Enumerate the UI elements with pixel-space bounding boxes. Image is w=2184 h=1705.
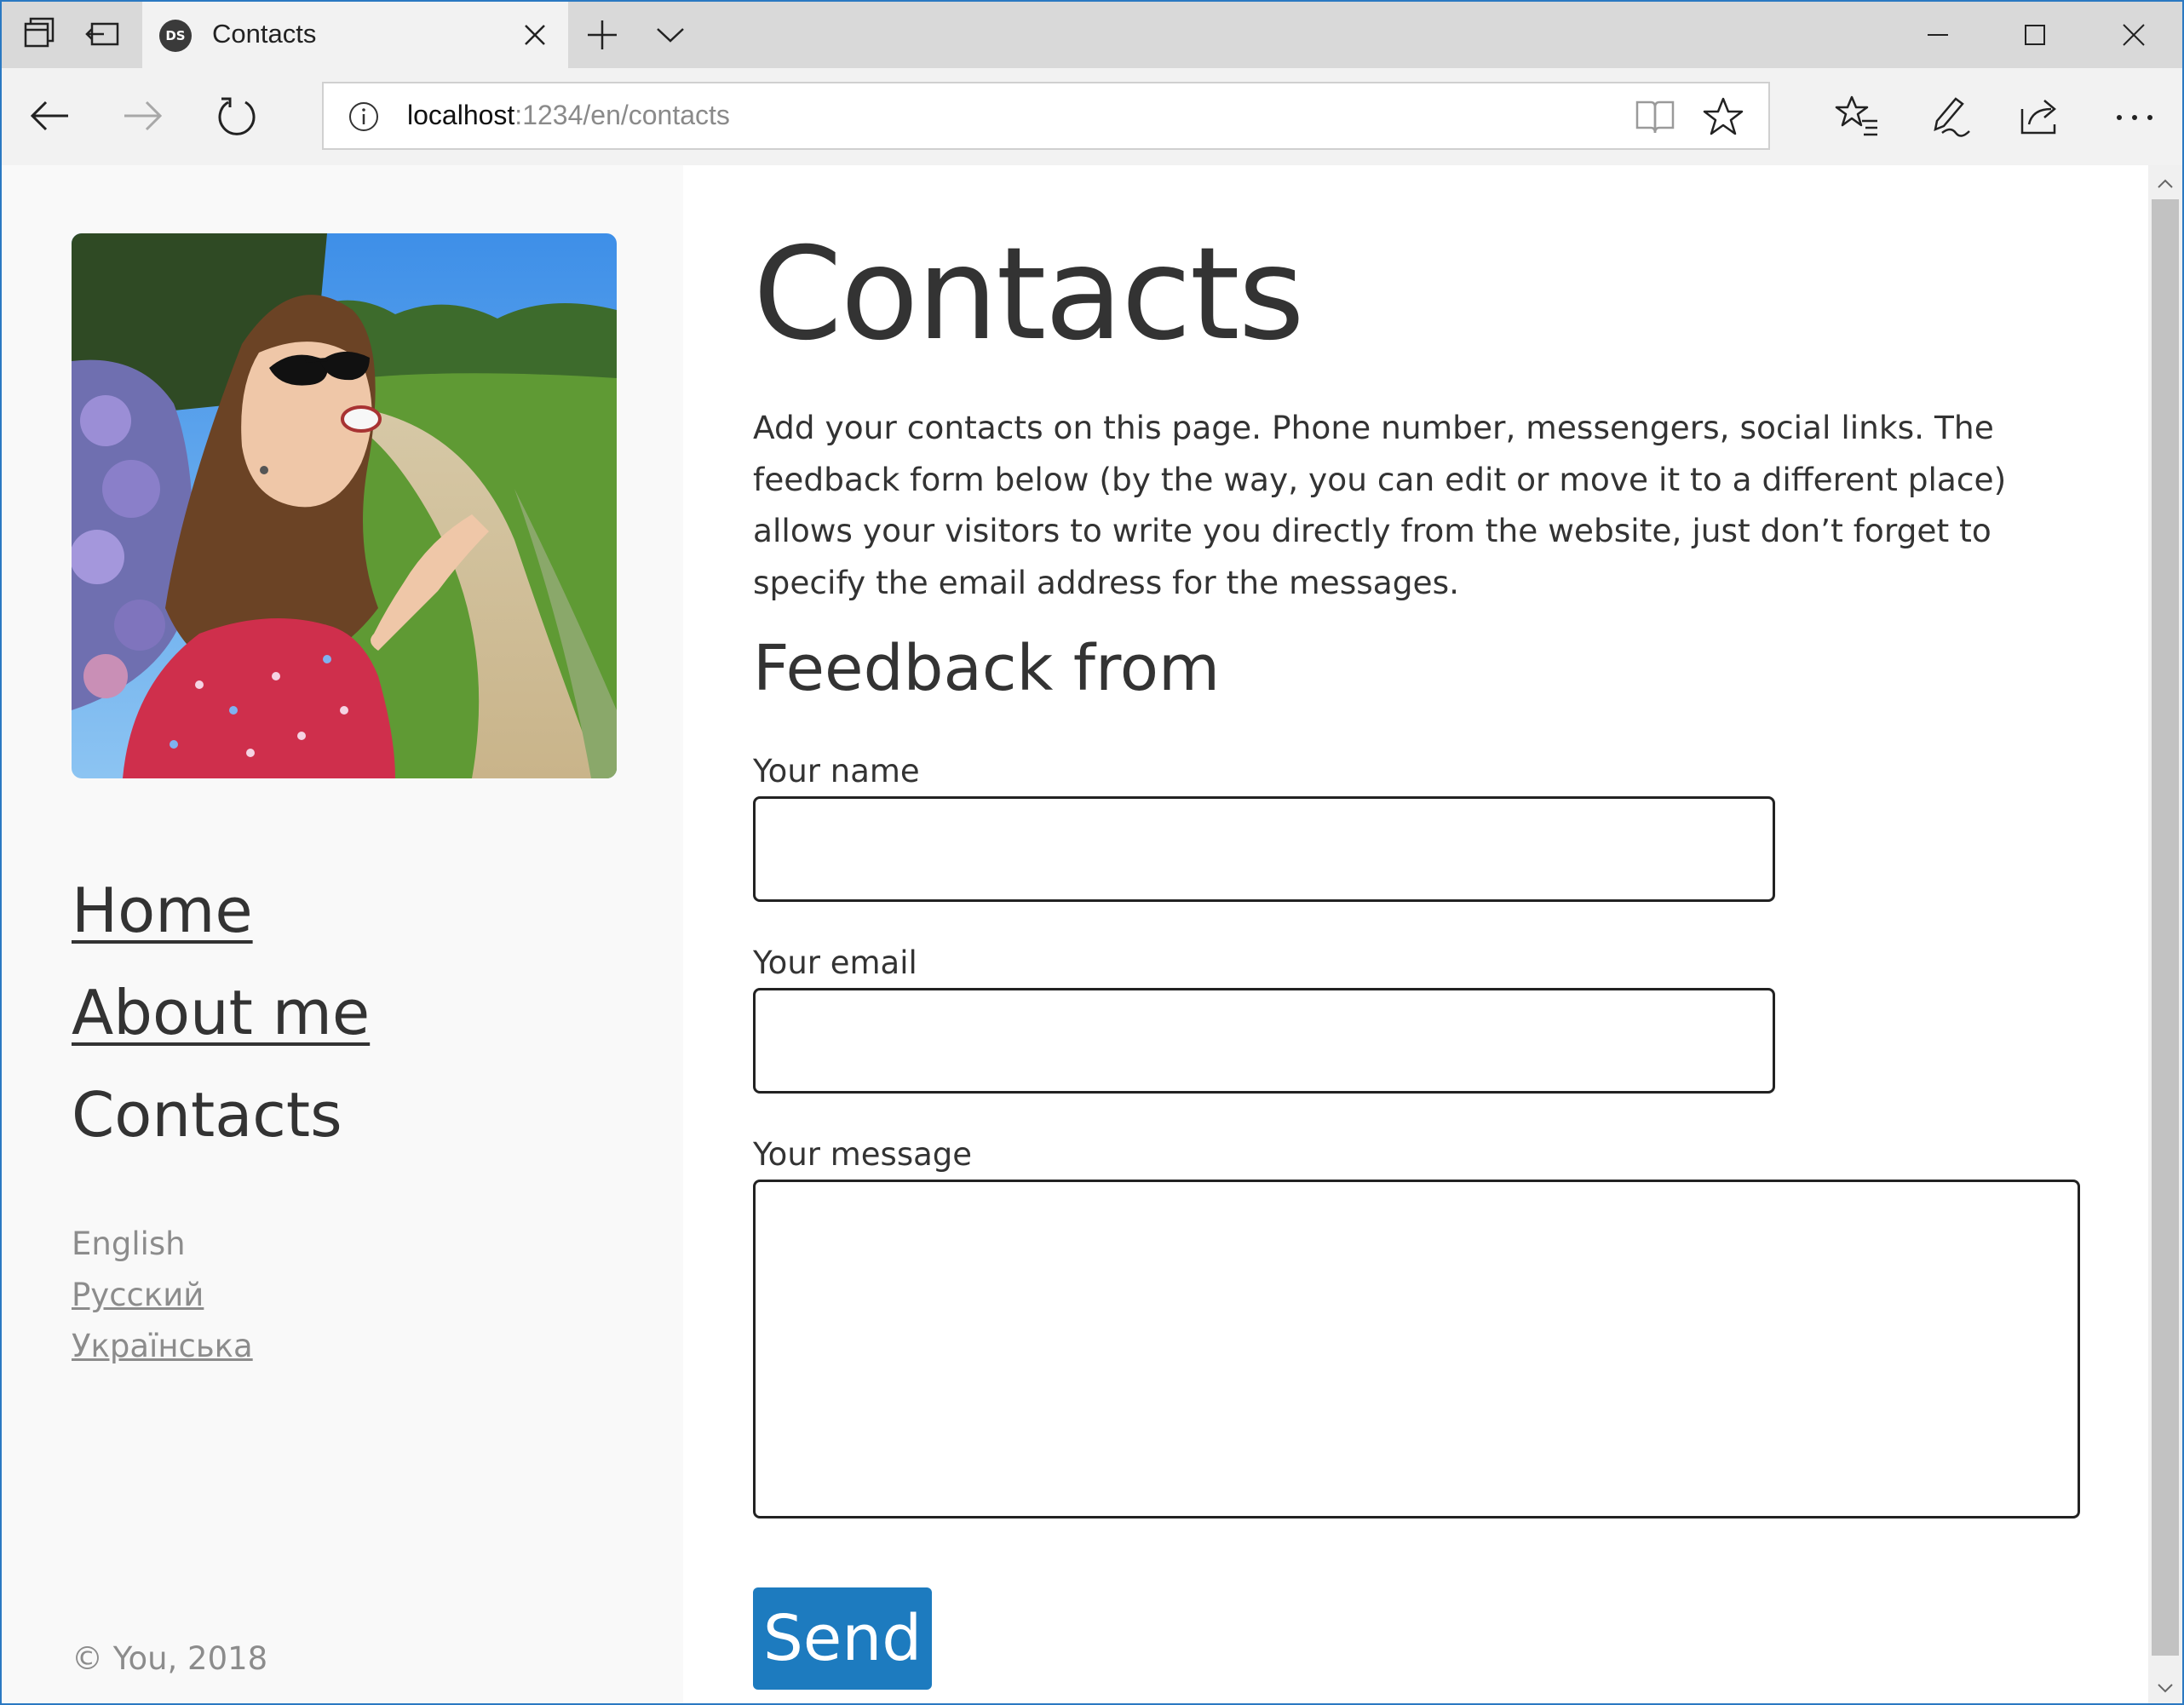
tab-close-icon[interactable] [520,20,549,49]
message-label: Your message [753,1136,973,1173]
reading-view-icon[interactable] [1634,97,1676,136]
back-arrow-icon[interactable] [26,92,73,140]
scroll-down-chevron-icon[interactable] [2153,1676,2177,1700]
name-input[interactable] [753,796,1775,902]
share-icon[interactable] [2017,92,2065,140]
close-icon[interactable] [2112,14,2155,56]
page-title: Contacts [753,221,1305,369]
forward-arrow-icon[interactable] [119,92,167,140]
address-bar[interactable]: localhost:1234/en/contacts [322,82,1770,150]
favorite-star-icon[interactable] [1702,95,1744,138]
lang-russian[interactable]: Русский [72,1270,253,1321]
tab-preview-icon[interactable] [19,15,58,55]
ds-favicon-icon: DS [159,20,192,52]
lang-ukrainian[interactable]: Українська [72,1321,253,1372]
info-icon[interactable] [348,100,380,133]
main-navigation: Home About me Contacts [72,859,370,1166]
url-path: :1234/en/contacts [514,100,730,130]
url-text[interactable]: localhost:1234/en/contacts [407,100,730,131]
send-button[interactable]: Send [753,1587,932,1690]
new-tab-plus-icon[interactable] [583,15,622,55]
nav-link-about-me[interactable]: About me [72,962,370,1064]
more-icon[interactable] [2111,92,2158,140]
url-host: localhost [407,100,515,130]
refresh-icon[interactable] [213,92,261,140]
tab-bar: DS Contacts [2,2,2182,68]
tab-title: Contacts [212,19,317,49]
page-scrollbar[interactable] [2148,165,2182,1703]
tab-contacts[interactable]: DS Contacts [142,2,568,68]
minimize-icon[interactable] [1917,14,1959,56]
tab-list-chevron-down-icon[interactable] [651,15,690,55]
intro-text: Add your contacts on this page. Phone nu… [753,409,2007,601]
sidebar: Home About me Contacts English Русский У… [2,165,683,1703]
maximize-icon[interactable] [2014,14,2056,56]
lang-english: English [72,1226,186,1262]
language-switcher: English Русский Українська [72,1219,253,1372]
nav-link-home[interactable]: Home [72,859,370,962]
nav-link-contacts: Contacts [72,1079,342,1151]
navigation-bar: localhost:1234/en/contacts [2,68,2182,167]
profile-photo [72,233,617,778]
web-note-icon[interactable] [1925,92,1973,140]
scroll-up-chevron-icon[interactable] [2153,172,2177,196]
favorites-hub-icon[interactable] [1833,92,1881,140]
scrollbar-thumb[interactable] [2152,199,2179,1656]
page-viewport: Home About me Contacts English Русский У… [2,165,2148,1703]
set-aside-tabs-icon[interactable] [83,15,123,55]
email-label: Your email [753,944,917,981]
copyright-text: © You, 2018 [72,1640,268,1677]
name-label: Your name [753,753,920,789]
browser-window: DS Contacts localhost:1234/en/contacts H… [0,0,2184,1705]
message-textarea[interactable] [753,1180,2080,1518]
feedback-form-title: Feedback from [753,632,1221,705]
email-input[interactable] [753,988,1775,1094]
